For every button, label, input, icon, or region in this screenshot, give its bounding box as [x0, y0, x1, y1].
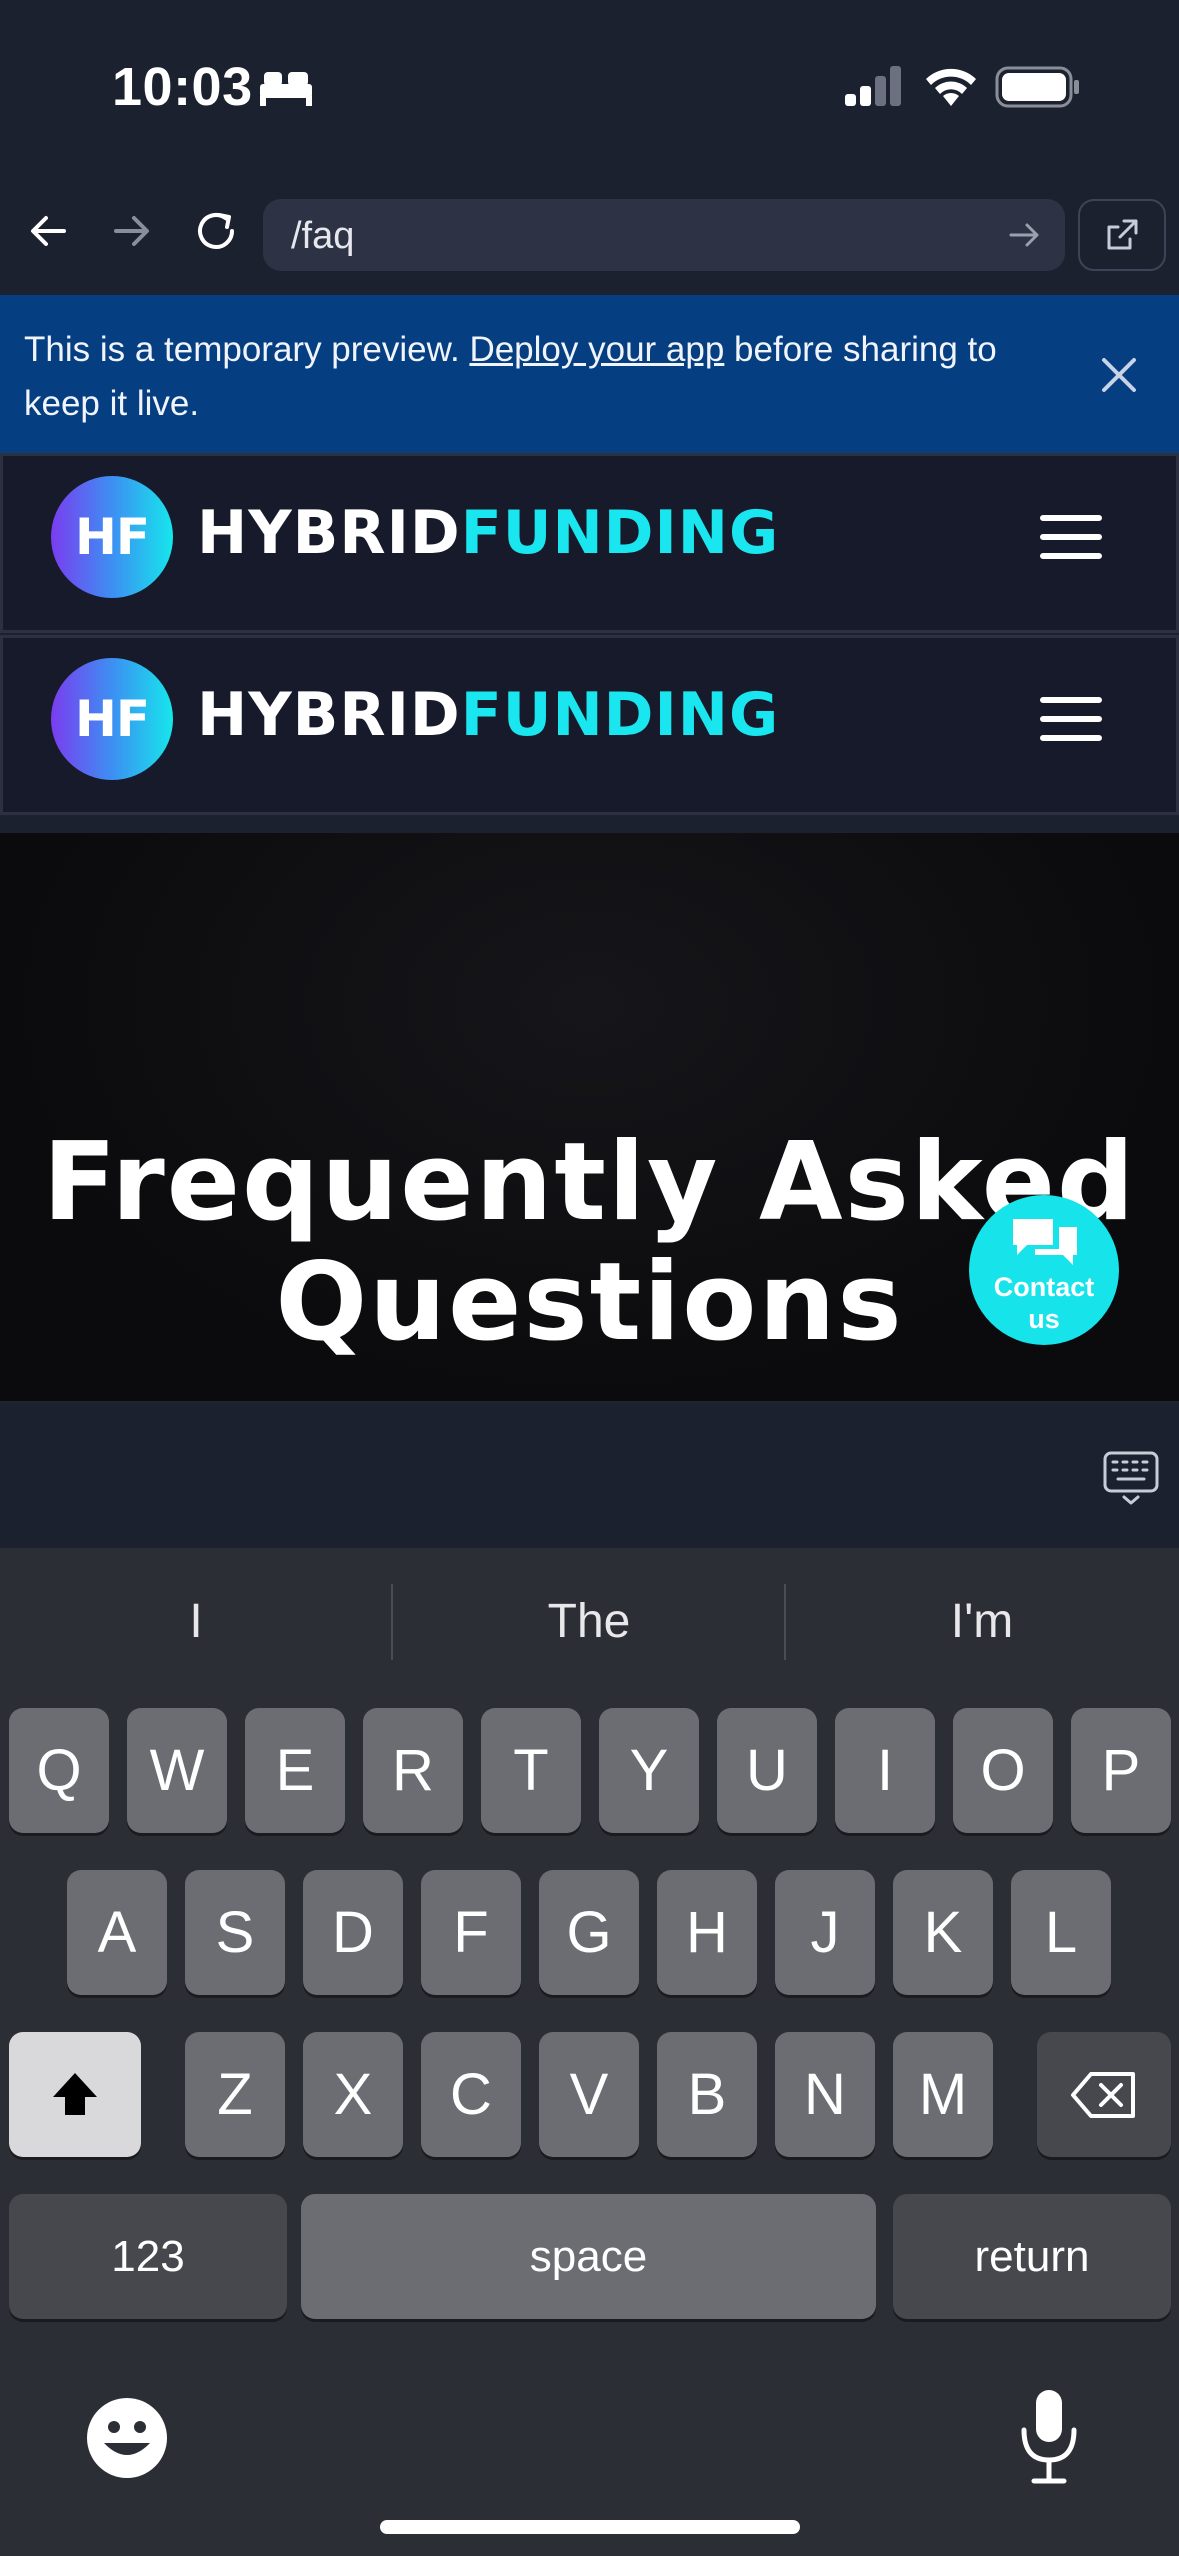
key-h[interactable]: H — [657, 1870, 757, 1995]
key-i[interactable]: I — [835, 1708, 935, 1833]
key-m[interactable]: M — [893, 2032, 993, 2157]
contact-label-line-2: us — [1028, 1304, 1060, 1334]
key-t[interactable]: T — [481, 1708, 581, 1833]
home-indicator[interactable] — [380, 2520, 800, 2534]
key-z[interactable]: Z — [185, 2032, 285, 2157]
reload-button[interactable] — [186, 201, 246, 261]
back-button[interactable] — [18, 201, 78, 261]
key-o[interactable]: O — [953, 1708, 1053, 1833]
open-external-button[interactable] — [1078, 199, 1166, 271]
browser-toolbar: /faq — [0, 175, 1179, 295]
return-key[interactable]: return — [893, 2194, 1171, 2319]
shift-key[interactable] — [9, 2032, 141, 2157]
wifi-icon — [926, 68, 976, 106]
key-u[interactable]: U — [717, 1708, 817, 1833]
numbers-key-label: 123 — [111, 2231, 185, 2281]
brand-wordmark[interactable]: HYBRIDFUNDING — [197, 680, 779, 750]
key-y[interactable]: Y — [599, 1708, 699, 1833]
return-key-label: return — [974, 2231, 1090, 2281]
close-icon[interactable] — [1094, 350, 1144, 400]
key-l[interactable]: L — [1011, 1870, 1111, 1995]
external-link-icon — [1107, 219, 1138, 250]
banner-text-start: This is a temporary preview. — [24, 330, 470, 369]
space-key[interactable]: space — [301, 2194, 876, 2319]
key-n[interactable]: N — [775, 2032, 875, 2157]
key-p[interactable]: P — [1071, 1708, 1171, 1833]
forward-button[interactable] — [102, 201, 162, 261]
contact-label-line-1: Contact — [993, 1272, 1095, 1302]
preview-banner: This is a temporary preview. Deploy your… — [0, 295, 1179, 453]
on-screen-keyboard: I The I'm Q W E R T Y U I O P A S D F G … — [0, 1548, 1179, 2556]
key-r[interactable]: R — [363, 1708, 463, 1833]
emoji-icon[interactable] — [82, 2393, 172, 2483]
key-g[interactable]: G — [539, 1870, 639, 1995]
key-a[interactable]: A — [67, 1870, 167, 1995]
delete-key[interactable] — [1037, 2032, 1171, 2157]
status-bar: 10:03 — [0, 0, 1179, 175]
brand-part-funding: FUNDING — [460, 680, 780, 750]
key-c[interactable]: C — [421, 2032, 521, 2157]
keyboard-accessory-bar — [0, 1403, 1179, 1548]
cellular-signal-icon — [845, 66, 901, 106]
banner-message: This is a temporary preview. Deploy your… — [24, 323, 1064, 431]
contact-us-button[interactable]: Contact us — [969, 1195, 1119, 1345]
hamburger-menu-icon[interactable] — [1039, 512, 1103, 562]
contact-us-label: Contact us — [969, 1271, 1119, 1335]
battery-icon — [995, 66, 1079, 108]
logo-badge[interactable]: HF — [51, 476, 173, 598]
url-text: /faq — [291, 215, 355, 257]
url-bar[interactable]: /faq — [263, 199, 1065, 271]
key-d[interactable]: D — [303, 1870, 403, 1995]
key-w[interactable]: W — [127, 1708, 227, 1833]
keyboard-dismiss-icon[interactable] — [1102, 1449, 1160, 1507]
key-e[interactable]: E — [245, 1708, 345, 1833]
site-header: HF HYBRIDFUNDING — [0, 453, 1179, 633]
hamburger-menu-icon[interactable] — [1039, 694, 1103, 744]
key-f[interactable]: F — [421, 1870, 521, 1995]
key-s[interactable]: S — [185, 1870, 285, 1995]
reload-icon — [198, 213, 234, 249]
key-b[interactable]: B — [657, 2032, 757, 2157]
go-arrow-icon[interactable] — [1007, 217, 1043, 253]
backspace-icon — [1071, 2071, 1135, 2118]
brand-part-hybrid: HYBRID — [197, 498, 461, 568]
key-v[interactable]: V — [539, 2032, 639, 2157]
brand-part-funding: FUNDING — [460, 498, 780, 568]
arrow-right-icon — [114, 216, 149, 246]
key-j[interactable]: J — [775, 1870, 875, 1995]
deploy-app-link[interactable]: Deploy your app — [469, 330, 724, 369]
brand-part-hybrid: HYBRID — [197, 680, 461, 750]
bed-icon — [260, 72, 312, 106]
suggestion-1[interactable]: I — [0, 1594, 392, 1649]
key-x[interactable]: X — [303, 2032, 403, 2157]
chat-bubbles-icon — [1013, 1219, 1077, 1265]
shift-arrow-icon — [53, 2072, 97, 2115]
logo-badge[interactable]: HF — [51, 658, 173, 780]
suggestion-3[interactable]: I'm — [786, 1594, 1178, 1649]
brand-wordmark[interactable]: HYBRIDFUNDING — [197, 498, 779, 568]
arrow-left-icon — [31, 216, 66, 246]
site-header-duplicate: HF HYBRIDFUNDING — [0, 635, 1179, 815]
suggestion-2[interactable]: The — [393, 1594, 785, 1649]
status-time: 10:03 — [112, 57, 253, 117]
microphone-icon[interactable] — [1014, 2386, 1084, 2486]
key-k[interactable]: K — [893, 1870, 993, 1995]
numbers-key[interactable]: 123 — [9, 2194, 287, 2319]
key-q[interactable]: Q — [9, 1708, 109, 1833]
space-key-label: space — [529, 2231, 648, 2281]
